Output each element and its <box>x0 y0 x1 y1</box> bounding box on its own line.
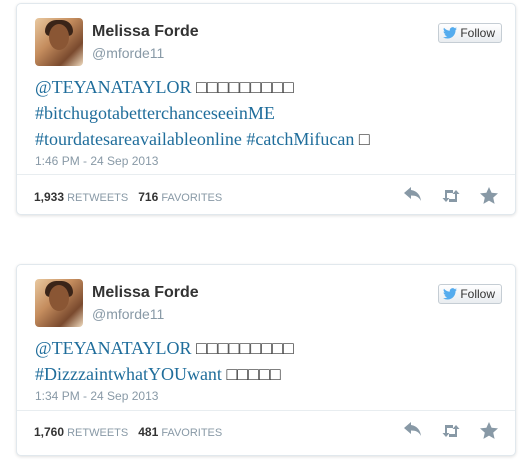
tweet-actions <box>403 422 499 440</box>
retweets-label: RETWEETS <box>67 192 129 204</box>
tweet-line: #DizzzaintwhatYOUwant □□□□□ <box>35 361 294 387</box>
favorites-stat[interactable]: 481 FAVORITES <box>138 425 222 439</box>
tweet-text-plain: □ <box>354 129 370 149</box>
retweets-label: RETWEETS <box>67 427 129 439</box>
tweet-line: #tourdatesareavailableonline #catchMifuc… <box>35 126 370 152</box>
hashtag-link[interactable]: #bitchugotabetterchanceseeinME <box>35 103 275 123</box>
favorites-label: FAVORITES <box>161 192 223 204</box>
tweet-stats: 1,933 RETWEETS 716 FAVORITES <box>34 190 222 204</box>
avatar[interactable] <box>35 279 83 327</box>
favorites-count: 716 <box>138 190 159 204</box>
tweet-text-plain: □□□□□ <box>221 364 281 384</box>
tweet-timestamp[interactable]: 1:34 PM - 24 Sep 2013 <box>35 389 158 403</box>
tweet-line: #bitchugotabetterchanceseeinME <box>35 100 370 126</box>
favorites-label: FAVORITES <box>161 427 223 439</box>
tweet-timestamp[interactable]: 1:46 PM - 24 Sep 2013 <box>35 154 158 168</box>
tweet-card: Melissa Forde @mforde11 Follow @TEYANATA… <box>16 3 516 215</box>
hashtag-link[interactable]: #tourdatesareavailableonline #catchMifuc… <box>35 129 354 149</box>
retweets-count: 1,933 <box>34 190 65 204</box>
star-icon[interactable] <box>479 422 499 440</box>
tweet-text: @TEYANATAYLOR □□□□□□□□□ #DizzzaintwhatYO… <box>35 335 294 387</box>
divider <box>17 410 515 411</box>
favorites-stat[interactable]: 716 FAVORITES <box>138 190 222 204</box>
mention-link[interactable]: @TEYANATAYLOR <box>35 338 191 358</box>
avatar-face <box>49 285 69 311</box>
retweets-count: 1,760 <box>34 425 65 439</box>
follow-label: Follow <box>460 26 495 40</box>
user-name[interactable]: Melissa Forde <box>92 284 199 302</box>
user-handle[interactable]: @mforde11 <box>92 45 164 61</box>
star-icon[interactable] <box>479 187 499 205</box>
retweets-stat[interactable]: 1,760 RETWEETS <box>34 425 128 439</box>
twitter-bird-icon <box>443 288 458 300</box>
mention-link[interactable]: @TEYANATAYLOR <box>35 77 191 97</box>
tweet-stats: 1,760 RETWEETS 481 FAVORITES <box>34 425 222 439</box>
tweet-card: Melissa Forde @mforde11 Follow @TEYANATA… <box>16 264 516 456</box>
tweet-line: @TEYANATAYLOR □□□□□□□□□ <box>35 335 294 361</box>
retweet-icon[interactable] <box>441 187 461 205</box>
follow-button[interactable]: Follow <box>438 284 502 304</box>
follow-button[interactable]: Follow <box>438 23 502 43</box>
follow-label: Follow <box>460 287 495 301</box>
avatar-face <box>49 24 69 50</box>
retweets-stat[interactable]: 1,933 RETWEETS <box>34 190 128 204</box>
reply-icon[interactable] <box>403 187 423 205</box>
user-handle[interactable]: @mforde11 <box>92 306 164 322</box>
tweet-line: @TEYANATAYLOR □□□□□□□□□ <box>35 74 370 100</box>
avatar[interactable] <box>35 18 83 66</box>
retweet-icon[interactable] <box>441 422 461 440</box>
tweet-actions <box>403 187 499 205</box>
tweet-text-plain: □□□□□□□□□ <box>191 77 294 97</box>
divider <box>17 174 515 175</box>
tweet-text: @TEYANATAYLOR □□□□□□□□□ #bitchugotabette… <box>35 74 370 152</box>
tweet-text-plain: □□□□□□□□□ <box>191 338 294 358</box>
user-name[interactable]: Melissa Forde <box>92 23 199 41</box>
favorites-count: 481 <box>138 425 159 439</box>
hashtag-link[interactable]: #DizzzaintwhatYOUwant <box>35 364 222 384</box>
reply-icon[interactable] <box>403 422 423 440</box>
twitter-bird-icon <box>443 27 458 39</box>
